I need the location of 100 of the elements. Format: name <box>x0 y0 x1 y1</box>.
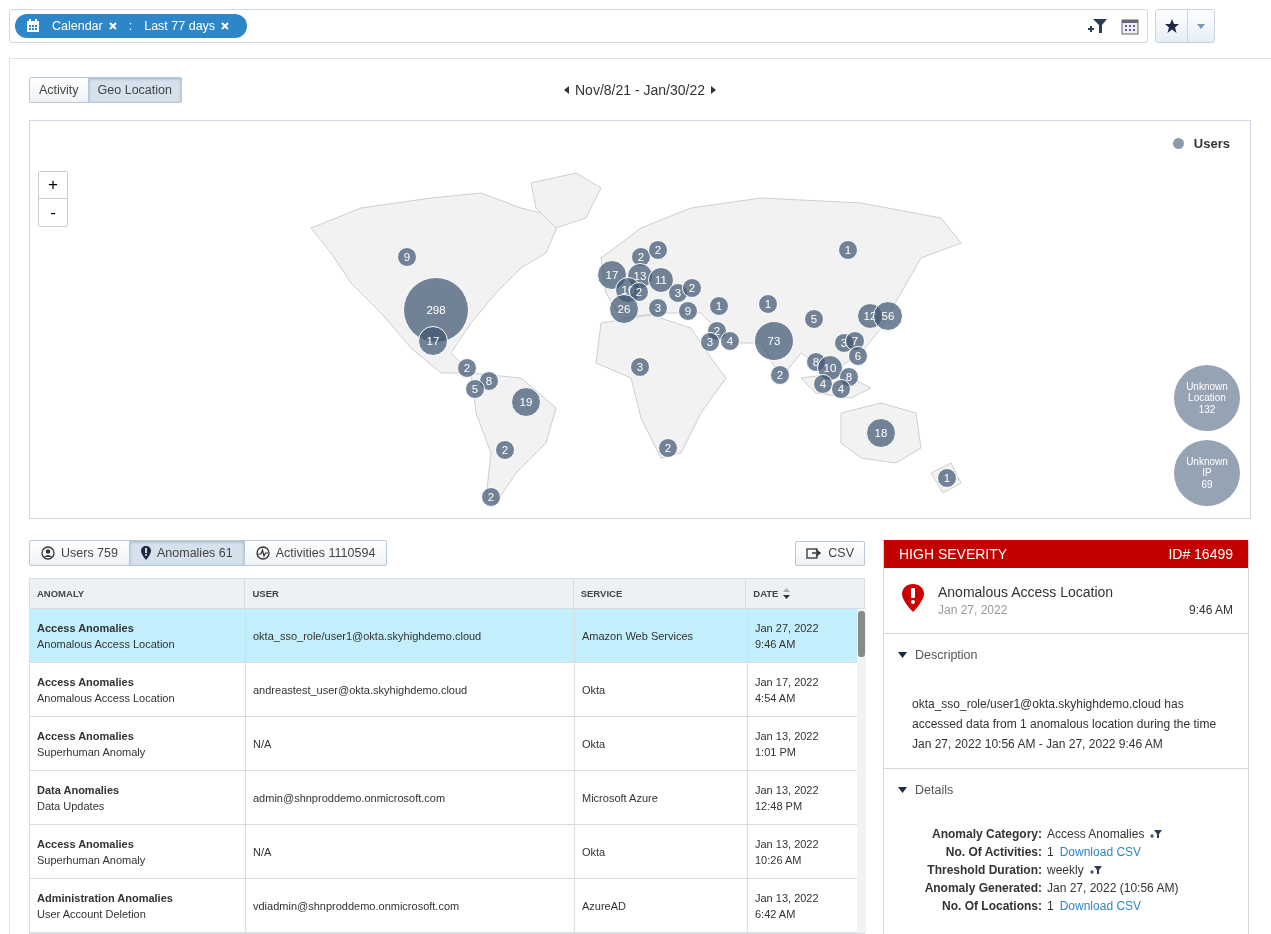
table-cell-text: AzureAD <box>582 898 628 914</box>
table-cell-text: Jan 17, 2022 4:54 AM <box>755 674 820 706</box>
column-header[interactable]: SERVICE <box>573 579 747 608</box>
table-cell-text: Jan 27, 2022 9:46 AM <box>755 620 820 652</box>
table-row[interactable]: Data Anomalies Data Updates admin@shnproddemo.onmicrosoft.com Microsoft Azure Jan 13, 2022 12:48 PM <box>30 771 857 825</box>
column-header[interactable]: USER <box>245 579 574 608</box>
chip-separator: : <box>128 19 133 33</box>
anomaly-type: Anomalous Access Location <box>37 636 176 652</box>
table-row[interactable]: Access Anomalies Superhuman Anomaly N/A Okta Jan 13, 2022 1:01 PM <box>30 717 857 771</box>
anomaly-type: Anomalous Access Location <box>37 690 176 706</box>
table-cell-text: Microsoft Azure <box>582 790 659 806</box>
cluster-marker[interactable]: 56 <box>873 301 903 331</box>
table-cell-text: admin@shnproddemo.onmicrosoft.com <box>253 790 447 806</box>
table-cell-text: vdiadmin@shnproddemo.onmicrosoft.com <box>253 898 461 914</box>
anomaly-category: Access Anomalies <box>37 728 135 744</box>
field-label: No. Of Locations: <box>941 899 1042 913</box>
csv-export-button[interactable]: CSV <box>795 540 865 566</box>
table-cell-text: N/A <box>253 736 273 752</box>
previous-icon[interactable] <box>564 86 569 94</box>
cluster-marker[interactable]: 2 <box>457 358 477 378</box>
view-tab[interactable]: Activity <box>30 78 89 102</box>
export-icon <box>806 547 823 559</box>
cluster-marker[interactable]: 6 <box>848 346 868 366</box>
list-tab[interactable]: Activities 1110594 <box>244 541 387 565</box>
table-cell-text: Jan 13, 2022 12:48 PM <box>755 782 820 814</box>
field-value: 1 <box>1047 899 1054 913</box>
table-cell-text: Jan 13, 2022 1:01 PM <box>755 728 820 760</box>
anomaly-title: Anomalous Access Location <box>938 584 1115 600</box>
field-value: Access Anomalies <box>1047 827 1145 841</box>
user-icon <box>41 546 55 560</box>
table-row[interactable]: Administration Anomalies User Account Deletion vdiadmin@shnproddemo.onmicrosoft.com AzureAD Jan 13, 2022 6:42 AM <box>30 879 857 933</box>
date-range: Nov/8/21 - Jan/30/22 <box>575 82 705 98</box>
field-value: Jan 27, 2022 (10:56 AM) <box>1047 881 1179 895</box>
list-tab[interactable]: Users 759 <box>30 541 130 565</box>
download-link[interactable]: Download CSV <box>1059 899 1142 913</box>
filter-field[interactable]: Calendar : Last 77 days <box>9 9 1148 43</box>
field-label: Threshold Duration: <box>926 863 1042 877</box>
column-header[interactable]: DATE <box>746 579 864 608</box>
section-toggle[interactable]: Details <box>898 783 954 797</box>
sort-icon <box>783 588 791 599</box>
table-row[interactable]: Access Anomalies Anomalous Access Location andreastest_user@okta.skyhighdemo.cloud Okta Jan 17, 2022 4:54 AM <box>30 663 857 717</box>
field-value: weekly <box>1047 863 1084 877</box>
cluster-marker[interactable]: 5 <box>465 379 485 399</box>
unknown-marker[interactable]: Unknown IP 69 <box>1174 440 1240 506</box>
table-row[interactable]: Access Anomalies Superhuman Anomaly N/A Okta Jan 13, 2022 10:26 AM <box>30 825 857 879</box>
cluster-marker[interactable]: 2 <box>481 487 501 507</box>
chip-label: Last 77 days <box>144 19 216 33</box>
anomaly-time: 9:46 AM <box>1188 603 1233 617</box>
caret-icon <box>898 787 907 793</box>
table-cell-text: okta_sso_role/user1@okta.skyhighdemo.cloud <box>253 628 483 644</box>
activity-icon <box>255 546 270 560</box>
chip-label: Calendar <box>52 19 103 33</box>
star-icon <box>1163 18 1180 34</box>
alert-pin-icon <box>141 546 151 560</box>
add-filter-icon[interactable] <box>1087 17 1109 35</box>
anomaly-type: User Account Deletion <box>37 906 147 922</box>
calendar-icon[interactable] <box>1121 17 1139 35</box>
zoom-in-button[interactable]: + <box>39 172 67 199</box>
list-tab[interactable]: Anomalies 61 <box>130 541 245 565</box>
remove-icon[interactable] <box>108 22 117 30</box>
field-value: 1 <box>1047 845 1054 859</box>
remove-icon[interactable] <box>221 22 230 30</box>
add-filter-icon[interactable] <box>1150 829 1163 839</box>
next-icon[interactable] <box>711 86 716 94</box>
description-text: okta_sso_role/user1@okta.skyhighdemo.cloud has accessed data from 1 anomalous location during the time Jan 27, 2022 10:56 AM - Jan 27, 2022 9:46 AM <box>912 696 1218 753</box>
view-tab[interactable]: Geo Location <box>88 78 181 102</box>
column-header[interactable]: ANOMALY <box>30 579 246 608</box>
download-link[interactable]: Download CSV <box>1059 845 1142 859</box>
caret-icon <box>898 652 907 658</box>
table-cell-text: andreastest_user@okta.skyhighdemo.cloud <box>253 682 469 698</box>
scrollbar-thumb[interactable] <box>858 611 865 657</box>
field-label: Anomaly Generated: <box>923 881 1042 895</box>
table-cell-text: Jan 13, 2022 10:26 AM <box>755 836 820 868</box>
cluster-marker[interactable]: 2 <box>770 365 790 385</box>
anomaly-id: ID# 16499 <box>1168 546 1233 562</box>
anomaly-category: Access Anomalies <box>37 674 135 690</box>
anomaly-category: Data Anomalies <box>37 782 121 798</box>
legend-dot <box>1172 138 1184 149</box>
table-cell-text: N/A <box>253 844 273 860</box>
anomaly-category: Administration Anomalies <box>37 890 174 906</box>
table-cell-text: Amazon Web Services <box>582 628 695 644</box>
unknown-marker[interactable]: Unknown Location 132 <box>1174 365 1240 431</box>
field-label: No. Of Activities: <box>944 845 1042 859</box>
anomaly-category: Access Anomalies <box>37 620 135 636</box>
anomaly-type: Data Updates <box>37 798 106 814</box>
table-row[interactable]: Access Anomalies Anomalous Access Location okta_sso_role/user1@okta.skyhighdemo.cloud Amazon Web Services Jan 27, 2022 9:46 AM <box>30 609 857 663</box>
cluster-marker[interactable]: 4 <box>720 331 740 351</box>
alert-pin-icon <box>902 584 924 612</box>
severity-label: HIGH SEVERITY <box>899 546 1008 562</box>
anomaly-type: Superhuman Anomaly <box>37 852 147 868</box>
calendar-icon <box>26 19 40 33</box>
anomaly-category: Access Anomalies <box>37 836 135 852</box>
table-cell-text: Okta <box>582 736 607 752</box>
cluster-marker[interactable]: 9 <box>678 301 698 321</box>
legend-label: Users <box>1193 136 1230 151</box>
anomaly-date: Jan 27, 2022 <box>938 603 1008 617</box>
table-cell-text: Okta <box>582 682 607 698</box>
section-toggle[interactable]: Description <box>898 648 978 662</box>
add-filter-icon[interactable] <box>1089 865 1102 875</box>
filter-chip[interactable]: Calendar : Last 77 days <box>15 14 248 38</box>
